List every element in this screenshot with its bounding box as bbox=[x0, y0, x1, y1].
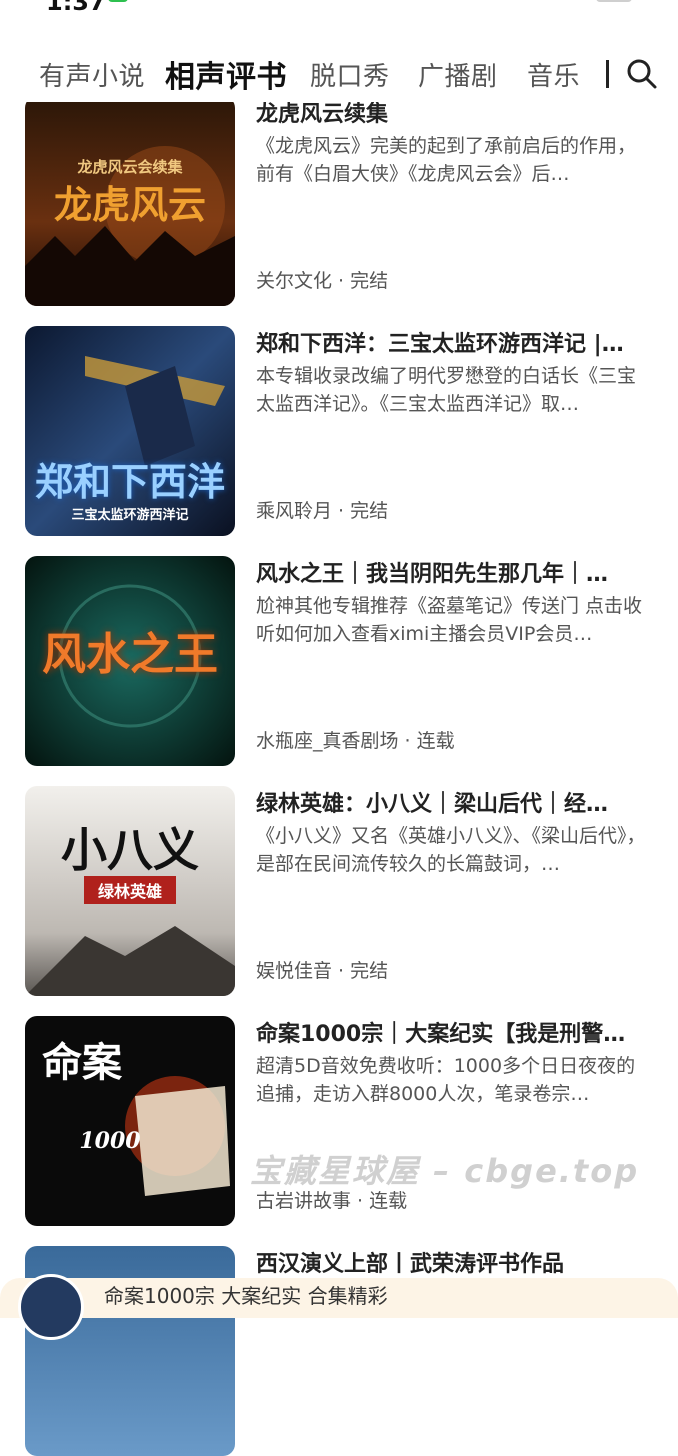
album-meta: 乘风聆月 · 完结 bbox=[256, 500, 389, 522]
album-cover[interactable]: 风水之王 bbox=[25, 556, 235, 766]
cover-title: 命案 bbox=[42, 1039, 122, 1086]
list-item[interactable]: 命案 1000 命案1000宗｜大案纪实【我是刑警… 超清5D音效免费收听：10… bbox=[0, 1016, 678, 1226]
cover-subtitle: 绿林英雄 bbox=[83, 876, 176, 904]
cover-title: 龙虎风云 bbox=[53, 182, 206, 227]
album-cover[interactable]: 龙虎风云会续集 龙虎风云 bbox=[25, 96, 235, 306]
cover-title: 小八义 bbox=[61, 823, 199, 877]
list-item[interactable]: 小八义 绿林英雄 绿林英雄：小八义｜梁山后代｜经… 《小八义》又名《英雄小八义》… bbox=[0, 786, 678, 996]
album-title[interactable]: 风水之王｜我当阴阳先生那几年｜… bbox=[256, 556, 658, 588]
album-meta: 水瓶座_真香剧场 · 连载 bbox=[256, 730, 455, 752]
tab-audiobook[interactable]: 有声小说 bbox=[39, 56, 145, 93]
album-meta: 关尔文化 · 完结 bbox=[256, 270, 389, 292]
album-title[interactable]: 西汉演义上部丨武荣涛评书作品 bbox=[256, 1246, 658, 1278]
album-description: 《小八义》又名《英雄小八义》、《梁山后代》，是部在民间流传较久的长篇鼓词，… bbox=[256, 825, 646, 875]
list-item[interactable]: 龙虎风云会续集 龙虎风云 龙虎风云续集 《龙虎风云》完美的起到了承前启后的作用，… bbox=[0, 96, 678, 306]
mini-player-title: 命案1000宗 大案纪实 合集精彩 bbox=[104, 1284, 388, 1308]
album-list: 龙虎风云会续集 龙虎风云 龙虎风云续集 《龙虎风云》完美的起到了承前启后的作用，… bbox=[0, 0, 678, 1456]
album-description: 尬神其他专辑推荐《盗墓笔记》传送门 点击收听如何加入查看ximi主播会员VIP会… bbox=[256, 595, 643, 645]
tab-crosstalk-storytelling[interactable]: 相声评书 bbox=[165, 52, 287, 96]
album-description: 超清5D音效免费收听：1000多个日日夜夜的追捕，走访入群8000人次，笔录卷宗… bbox=[256, 1055, 636, 1105]
watermark: 宝藏星球屋 – cbge.top bbox=[250, 1152, 640, 1190]
album-cover[interactable]: 郑和下西洋 三宝太监环游西洋记 bbox=[25, 326, 235, 536]
mini-player-cover[interactable] bbox=[18, 1274, 84, 1340]
tab-radio-drama[interactable]: 广播剧 bbox=[418, 56, 498, 93]
album-title[interactable]: 郑和下西洋：三宝太监环游西洋记 |… bbox=[256, 326, 658, 358]
category-tabs: 有声小说 相声评书 脱口秀 广播剧 音乐 bbox=[0, 52, 678, 102]
album-title[interactable]: 绿林英雄：小八义｜梁山后代｜经… bbox=[256, 786, 658, 818]
cover-subtitle: 三宝太监环游西洋记 bbox=[71, 508, 189, 523]
cover-title: 风水之王 bbox=[42, 629, 218, 680]
tabs-divider bbox=[606, 60, 609, 88]
tab-talkshow[interactable]: 脱口秀 bbox=[310, 56, 390, 93]
album-description: 《龙虎风云》完美的起到了承前启后的作用，前有《白眉大侠》《龙虎风云会》后… bbox=[256, 135, 637, 185]
search-icon[interactable] bbox=[626, 58, 658, 90]
album-description: 本专辑收录改编了明代罗懋登的白话长《三宝太监西洋记》。《三宝太监西洋记》取… bbox=[256, 365, 637, 415]
tab-music[interactable]: 音乐 bbox=[527, 56, 580, 93]
album-cover[interactable]: 小八义 绿林英雄 bbox=[25, 786, 235, 996]
album-title[interactable]: 命案1000宗｜大案纪实【我是刑警… bbox=[256, 1016, 658, 1048]
cover-subtitle: 1000 bbox=[79, 1128, 141, 1154]
mini-player[interactable]: 命案1000宗 大案纪实 合集精彩 bbox=[0, 1274, 678, 1340]
list-item[interactable]: 风水之王 风水之王｜我当阴阳先生那几年｜… 尬神其他专辑推荐《盗墓笔记》传送门 … bbox=[0, 556, 678, 766]
album-cover[interactable]: 命案 1000 bbox=[25, 1016, 235, 1226]
album-meta: 娱悦佳音 · 完结 bbox=[256, 960, 389, 982]
cover-subtitle-wrap: 绿林英雄 bbox=[25, 876, 235, 904]
cover-title: 郑和下西洋 bbox=[34, 459, 225, 504]
list-item[interactable]: 郑和下西洋 三宝太监环游西洋记 郑和下西洋：三宝太监环游西洋记 |… 本专辑收录… bbox=[0, 326, 678, 536]
